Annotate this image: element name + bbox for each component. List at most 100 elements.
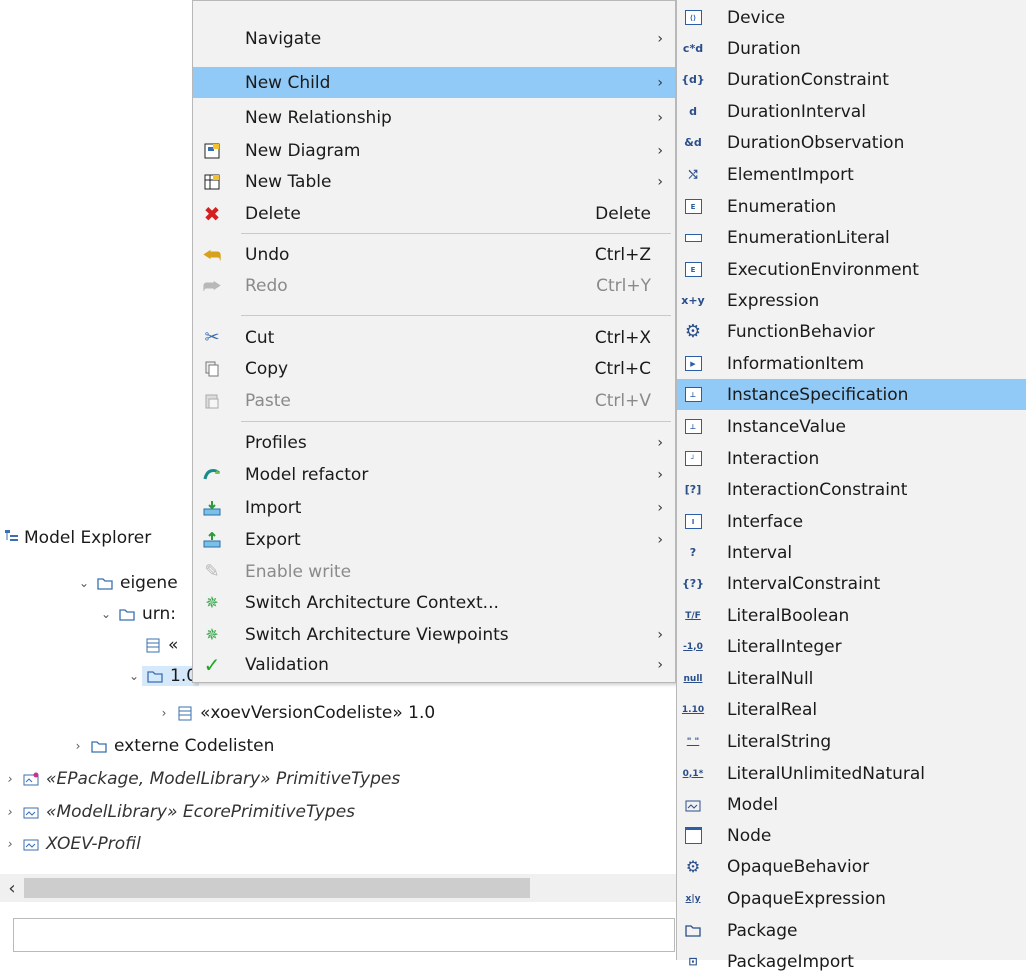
scroll-left-arrow-icon[interactable]: ‹: [4, 876, 20, 900]
submenu-item-package[interactable]: Package: [677, 915, 1026, 946]
menu-item-validation[interactable]: ✓ Validation ›: [193, 649, 675, 680]
menu-item-redo[interactable]: ⮫ Redo Ctrl+Y: [193, 270, 675, 301]
import-icon: [201, 497, 223, 519]
submenu-item-interval-constraint[interactable]: {?} IntervalConstraint: [677, 568, 1026, 599]
submenu-arrow-icon: ›: [657, 173, 663, 190]
folder-icon: [118, 606, 136, 622]
submenu-arrow-icon: ›: [657, 626, 663, 643]
expression-icon: x+y: [681, 294, 705, 307]
submenu-item-opaque-behavior[interactable]: ⚙ OpaqueBehavior: [677, 851, 1026, 882]
menu-item-export[interactable]: Export ›: [193, 524, 675, 555]
chevron-right-icon[interactable]: ›: [2, 772, 18, 786]
submenu-item-function-behavior[interactable]: ⚙ FunctionBehavior: [677, 316, 1026, 347]
submenu-item-enumeration[interactable]: E Enumeration: [677, 191, 1026, 222]
menu-item-switch-context[interactable]: ✵ Switch Architecture Context...: [193, 587, 675, 618]
submenu-item-literal-integer[interactable]: -1,0 LiteralInteger: [677, 631, 1026, 662]
literal-real-icon: 1.10: [681, 704, 705, 715]
chevron-down-icon[interactable]: ⌄: [98, 607, 114, 621]
instance-value-icon: ⊥: [681, 415, 705, 439]
tree-item-version[interactable]: ⌄ 1.0: [126, 661, 200, 691]
chevron-right-icon[interactable]: ›: [2, 837, 18, 851]
menu-item-switch-viewpoints[interactable]: ✵ Switch Architecture Viewpoints ›: [193, 619, 675, 650]
submenu-item-literal-boolean[interactable]: T/F LiteralBoolean: [677, 600, 1026, 631]
menu-item-navigate[interactable]: Navigate ›: [193, 23, 675, 54]
submenu-item-literal-string[interactable]: " " LiteralString: [677, 726, 1026, 757]
literal-null-icon: null: [683, 673, 703, 684]
opaque-expression-icon: x|y: [685, 893, 701, 904]
tree-item-ecore-primitive[interactable]: › «ModelLibrary» EcorePrimitiveTypes: [2, 797, 355, 827]
epackage-icon: [22, 771, 40, 787]
submenu-item-interaction[interactable]: ┘ Interaction: [677, 443, 1026, 474]
submenu-item-interval[interactable]: ? Interval: [677, 537, 1026, 568]
folder-icon: [146, 668, 164, 684]
submenu-item-instance-specification[interactable]: ⊥ InstanceSpecification: [677, 379, 1026, 410]
tree-item-externe[interactable]: › externe Codelisten: [70, 731, 275, 761]
checkmark-icon: ✓: [203, 652, 221, 677]
filter-input[interactable]: [13, 918, 675, 952]
export-icon: [201, 529, 223, 551]
submenu-item-duration-interval[interactable]: d DurationInterval: [677, 96, 1026, 127]
chevron-down-icon[interactable]: ⌄: [126, 669, 142, 683]
menu-item-copy[interactable]: Copy Ctrl+C: [193, 353, 675, 384]
submenu-item-opaque-expression[interactable]: x|y OpaqueExpression: [677, 883, 1026, 914]
submenu-item-interface[interactable]: I Interface: [677, 506, 1026, 537]
submenu-item-interaction-constraint[interactable]: [?] InteractionConstraint: [677, 474, 1026, 505]
menu-item-paste[interactable]: Paste Ctrl+V: [193, 385, 675, 416]
menu-item-new-child[interactable]: New Child ›: [193, 67, 675, 98]
menu-item-new-diagram[interactable]: New Diagram ›: [193, 135, 675, 166]
chevron-down-icon[interactable]: ⌄: [76, 576, 92, 590]
tree-item-xoev-profil[interactable]: › XOEV-Profil: [2, 829, 141, 859]
new-child-submenu: ⟨⟩ Device c*d Duration {d} DurationConst…: [676, 0, 1026, 972]
submenu-item-duration-observation[interactable]: &d DurationObservation: [677, 127, 1026, 158]
submenu-item-model[interactable]: Model: [677, 789, 1026, 820]
new-diagram-icon: [201, 140, 223, 162]
opaque-behavior-icon: ⚙: [685, 857, 701, 876]
menu-separator: [241, 315, 671, 316]
architecture-icon: ✵: [205, 593, 219, 612]
submenu-item-information-item[interactable]: ▶ InformationItem: [677, 348, 1026, 379]
submenu-item-literal-null[interactable]: null LiteralNull: [677, 663, 1026, 694]
duration-observation-icon: &d: [684, 136, 702, 149]
function-behavior-icon: ⚙: [684, 321, 702, 342]
menu-item-model-refactor[interactable]: Model refactor ›: [193, 459, 675, 490]
submenu-item-device[interactable]: ⟨⟩ Device: [677, 2, 1026, 33]
submenu-item-node[interactable]: Node: [677, 820, 1026, 851]
model-explorer-title: Model Explorer: [24, 528, 152, 548]
chevron-right-icon[interactable]: ›: [2, 805, 18, 819]
menu-item-new-table[interactable]: New Table ›: [193, 166, 675, 197]
menu-item-undo[interactable]: ⮪ Undo Ctrl+Z: [193, 239, 675, 270]
tree-item-xoev-version[interactable]: › «xoevVersionCodeliste» 1.0: [156, 698, 436, 728]
menu-item-enable-write[interactable]: ✎ Enable write: [193, 556, 675, 587]
package-import-icon: ⊡: [688, 955, 698, 968]
menu-item-new-relationship[interactable]: New Relationship ›: [193, 102, 675, 133]
menu-item-import[interactable]: Import ›: [193, 492, 675, 523]
submenu-item-duration[interactable]: c*d Duration: [677, 33, 1026, 64]
duration-constraint-icon: {d}: [681, 73, 705, 86]
tree-item-codelist[interactable]: «: [140, 630, 178, 660]
execution-environment-icon: E: [681, 258, 705, 282]
menu-item-delete[interactable]: ✖ Delete Delete: [193, 198, 675, 229]
tree-item-primitive-types[interactable]: › «EPackage, ModelLibrary» PrimitiveType…: [2, 764, 401, 794]
scrollbar-thumb[interactable]: [24, 878, 530, 898]
menu-item-cut[interactable]: ✂ Cut Ctrl+X: [193, 322, 675, 353]
chevron-right-icon[interactable]: ›: [156, 706, 172, 720]
submenu-item-package-import[interactable]: ⊡ PackageImport: [677, 946, 1026, 977]
chevron-right-icon[interactable]: ›: [70, 739, 86, 753]
submenu-item-element-import[interactable]: ⤭ ElementImport: [677, 159, 1026, 190]
model-explorer-icon: [4, 528, 20, 549]
submenu-item-execution-environment[interactable]: E ExecutionEnvironment: [677, 254, 1026, 285]
submenu-item-enumeration-literal[interactable]: EnumerationLiteral: [677, 222, 1026, 253]
submenu-item-instance-value[interactable]: ⊥ InstanceValue: [677, 411, 1026, 442]
submenu-arrow-icon: ›: [657, 30, 663, 47]
submenu-item-literal-real[interactable]: 1.10 LiteralReal: [677, 694, 1026, 725]
menu-item-profiles[interactable]: Profiles ›: [193, 427, 675, 458]
submenu-arrow-icon: ›: [657, 466, 663, 483]
tree-item-urn[interactable]: ⌄ urn:: [98, 599, 176, 629]
submenu-item-literal-unlimited-natural[interactable]: 0,1* LiteralUnlimitedNatural: [677, 758, 1026, 789]
model-explorer-tab[interactable]: Model Explorer: [4, 525, 151, 551]
submenu-item-expression[interactable]: x+y Expression: [677, 285, 1026, 316]
delete-icon: ✖: [203, 201, 221, 226]
submenu-item-duration-constraint[interactable]: {d} DurationConstraint: [677, 64, 1026, 95]
literal-unlimited-natural-icon: 0,1*: [682, 768, 704, 779]
tree-item-eigene[interactable]: ⌄ eigene: [76, 568, 178, 598]
